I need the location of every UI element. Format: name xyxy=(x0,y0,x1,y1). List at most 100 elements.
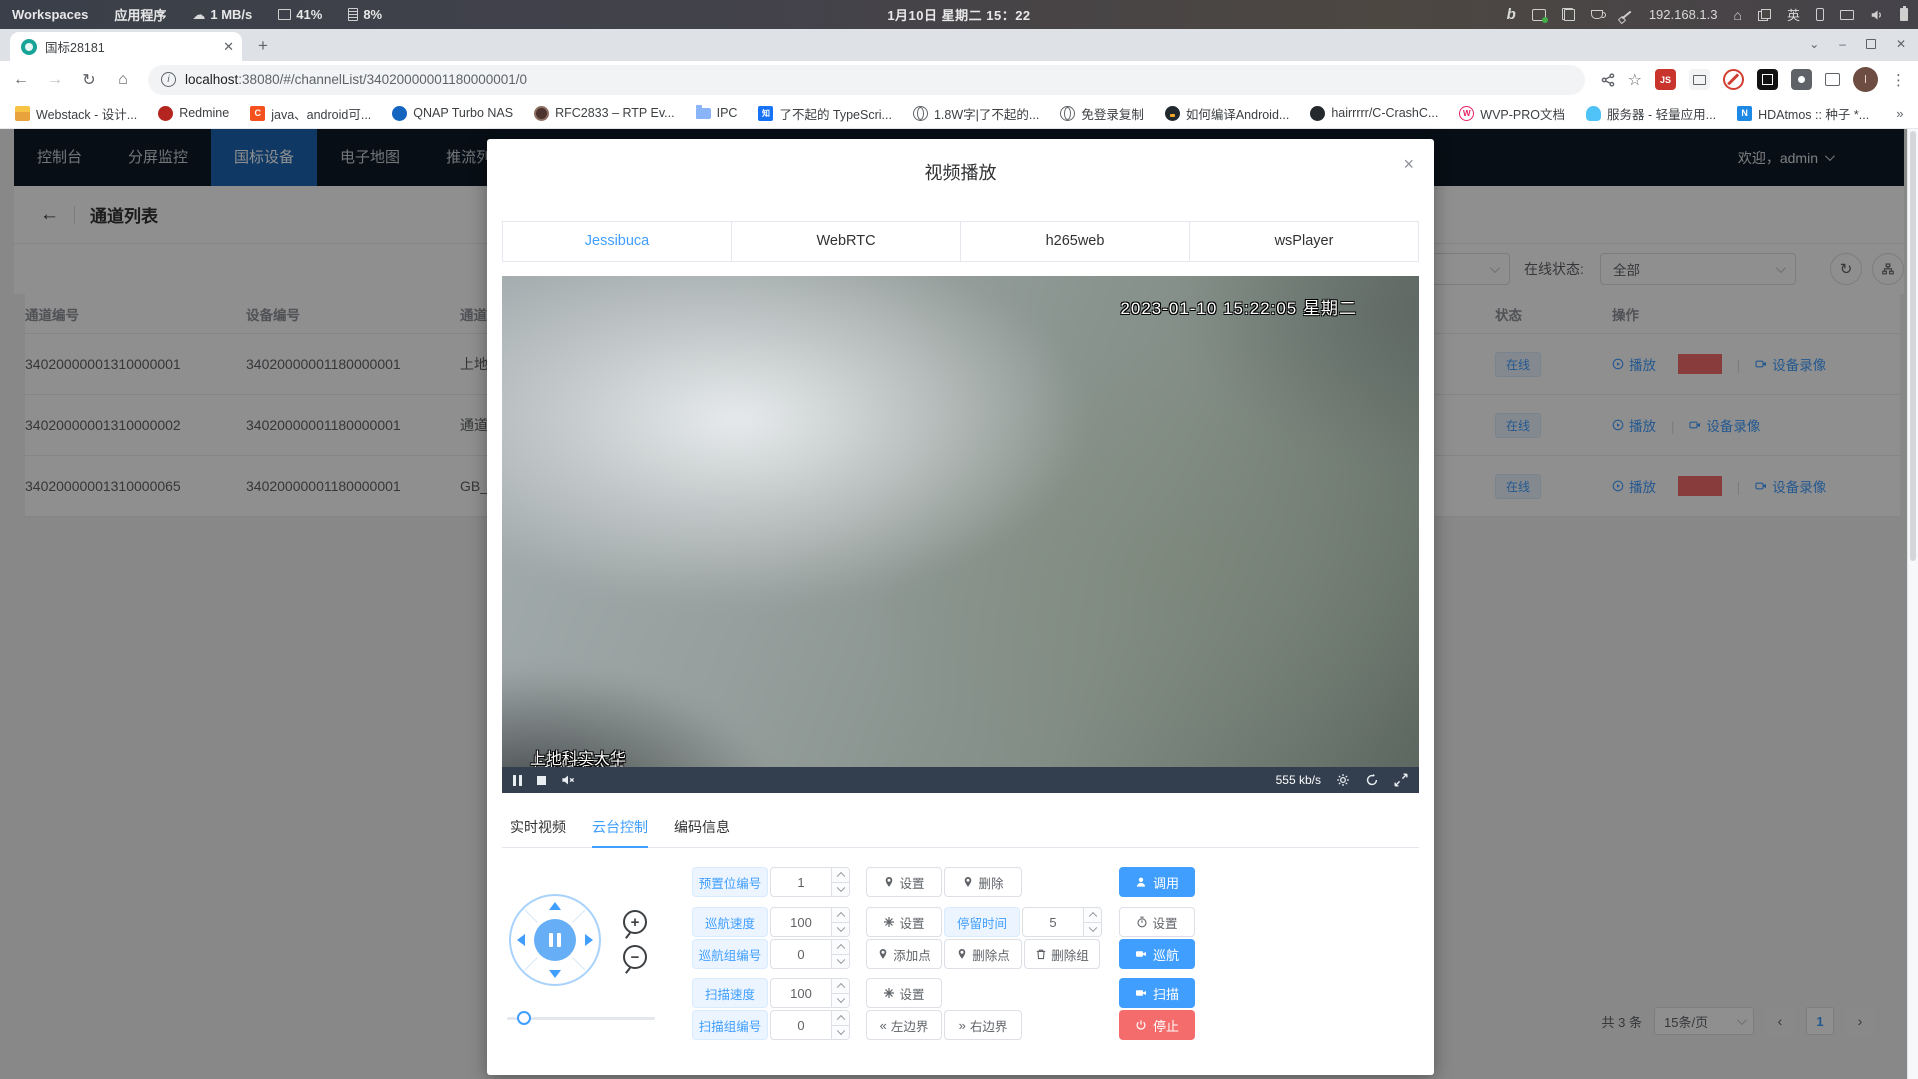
clipboard-tray-icon[interactable] xyxy=(1562,8,1575,21)
bing-tray-icon[interactable]: b xyxy=(1507,6,1516,23)
number-spinner[interactable] xyxy=(831,868,849,896)
home-icon[interactable]: ⌂ xyxy=(110,71,136,89)
applications-menu[interactable]: 应用程序 xyxy=(114,5,166,24)
ptz-direction-pad[interactable] xyxy=(509,894,601,986)
browser-menu-icon[interactable]: ⋮ xyxy=(1891,71,1906,89)
dialog-close-icon[interactable]: × xyxy=(1403,155,1414,173)
cruise-speed-set-button[interactable]: 设置 xyxy=(866,907,942,937)
phone-tray-icon[interactable] xyxy=(1816,8,1824,21)
extension-blocker-icon[interactable] xyxy=(1723,69,1744,90)
spinner-down-icon[interactable] xyxy=(832,993,849,1008)
tab-live-video[interactable]: 实时视频 xyxy=(510,807,566,847)
tab-h265web[interactable]: h265web xyxy=(961,222,1190,261)
bookmark-item[interactable]: 知了不起的 TypeScri... xyxy=(758,104,892,123)
bookmark-item[interactable]: Cjava、android可... xyxy=(250,104,371,123)
spinner-up-icon[interactable] xyxy=(1084,908,1101,922)
stop-icon[interactable] xyxy=(537,776,546,785)
app-indicator-icon[interactable] xyxy=(1532,9,1546,21)
ptz-down-icon[interactable] xyxy=(549,970,561,978)
add-point-button[interactable]: 添加点 xyxy=(866,939,942,969)
ptz-up-icon[interactable] xyxy=(549,902,561,910)
battery-tray-icon[interactable] xyxy=(1900,8,1908,21)
number-spinner[interactable] xyxy=(1083,908,1101,936)
workspaces-button[interactable]: Workspaces xyxy=(12,7,88,22)
bookmark-item[interactable]: NHDAtmos :: 种子 *... xyxy=(1737,104,1869,123)
extension-printer-icon[interactable] xyxy=(1689,69,1710,90)
player-refresh-icon[interactable] xyxy=(1365,773,1379,787)
tab-wsplayer[interactable]: wsPlayer xyxy=(1190,222,1418,261)
caffeine-tray-icon[interactable] xyxy=(1591,10,1603,19)
reload-icon[interactable]: ↻ xyxy=(76,70,102,90)
spinner-down-icon[interactable] xyxy=(832,882,849,897)
scan-group-input[interactable]: 0 xyxy=(770,1010,850,1040)
bookmark-item[interactable]: 1.8W字|了不起的... xyxy=(913,104,1039,123)
preset-delete-button[interactable]: 删除 xyxy=(944,867,1022,897)
cruise-speed-input[interactable]: 100 xyxy=(770,907,850,937)
extension-square-icon[interactable] xyxy=(1757,69,1778,90)
delete-group-button[interactable]: 删除组 xyxy=(1024,939,1100,969)
tab-encoding-info[interactable]: 编码信息 xyxy=(674,807,730,847)
extension-js-icon[interactable]: JS xyxy=(1655,69,1676,90)
bookmark-item[interactable]: RFC2833 – RTP Ev... xyxy=(534,106,675,121)
scan-start-button[interactable]: 扫描 xyxy=(1119,978,1195,1008)
bookmark-item[interactable]: 服务器 - 轻量应用... xyxy=(1586,104,1716,123)
number-spinner[interactable] xyxy=(831,979,849,1007)
tab-ptz-control[interactable]: 云台控制 xyxy=(592,807,648,847)
ptz-right-icon[interactable] xyxy=(585,934,593,946)
back-icon[interactable]: ← xyxy=(8,71,34,89)
display-tray-icon[interactable] xyxy=(1840,10,1854,20)
spinner-up-icon[interactable] xyxy=(832,940,849,954)
spinner-up-icon[interactable] xyxy=(832,1011,849,1025)
home-tray-icon[interactable]: ⌂ xyxy=(1734,7,1742,23)
spinner-up-icon[interactable] xyxy=(832,979,849,993)
browser-tab[interactable]: 国标28181 ✕ xyxy=(10,32,242,61)
number-spinner[interactable] xyxy=(831,1011,849,1039)
left-border-button[interactable]: «左边界 xyxy=(866,1010,942,1040)
preset-call-button[interactable]: 调用 xyxy=(1119,867,1195,897)
number-spinner[interactable] xyxy=(831,940,849,968)
delete-point-button[interactable]: 删除点 xyxy=(944,939,1022,969)
window-menu-icon[interactable]: ⌄ xyxy=(1809,37,1819,51)
bookmark-folder[interactable]: IPC xyxy=(696,106,738,120)
forward-icon[interactable]: → xyxy=(42,71,68,89)
slider-handle[interactable] xyxy=(517,1011,531,1025)
side-panel-icon[interactable] xyxy=(1825,73,1840,86)
ptz-left-icon[interactable] xyxy=(517,934,525,946)
tab-jessibuca[interactable]: Jessibuca xyxy=(503,222,732,261)
bookmarks-overflow-button[interactable]: » xyxy=(1896,106,1903,121)
tools-tray-icon[interactable] xyxy=(1619,8,1633,22)
spinner-down-icon[interactable] xyxy=(1084,922,1101,937)
right-border-button[interactable]: »右边界 xyxy=(944,1010,1022,1040)
share-icon[interactable] xyxy=(1601,73,1615,87)
spinner-down-icon[interactable] xyxy=(832,954,849,969)
new-tab-button[interactable]: + xyxy=(250,33,276,59)
scan-speed-set-button[interactable]: 设置 xyxy=(866,978,942,1008)
number-spinner[interactable] xyxy=(831,908,849,936)
bookmark-item[interactable]: Webstack - 设计... xyxy=(15,104,137,123)
player-settings-icon[interactable] xyxy=(1336,773,1350,787)
scan-speed-input[interactable]: 100 xyxy=(770,978,850,1008)
bookmark-star-icon[interactable]: ☆ xyxy=(1628,70,1642,90)
ptz-stop-button[interactable]: 停止 xyxy=(1119,1010,1195,1040)
window-maximize-icon[interactable] xyxy=(1866,39,1876,49)
page-scrollbar[interactable] xyxy=(1907,129,1918,1079)
volume-tray-icon[interactable] xyxy=(1870,8,1884,22)
stay-time-set-button[interactable]: 设置 xyxy=(1119,907,1195,937)
spinner-down-icon[interactable] xyxy=(832,922,849,937)
site-info-icon[interactable]: i xyxy=(161,72,176,87)
bookmark-item[interactable]: 免登录复制 xyxy=(1060,104,1144,123)
bookmark-item[interactable]: Redmine xyxy=(158,106,229,121)
spinner-down-icon[interactable] xyxy=(832,1025,849,1040)
spinner-up-icon[interactable] xyxy=(832,868,849,882)
zoom-in-button[interactable]: + xyxy=(623,910,647,934)
mute-icon[interactable] xyxy=(561,773,575,787)
extensions-puzzle-icon[interactable] xyxy=(1791,69,1812,90)
address-bar[interactable]: i localhost:38080/#/channelList/34020000… xyxy=(148,65,1585,95)
tab-close-icon[interactable]: ✕ xyxy=(223,39,234,55)
profile-avatar[interactable]: l xyxy=(1853,67,1878,92)
url-text[interactable]: localhost:38080/#/channelList/3402000000… xyxy=(185,72,527,87)
tab-webrtc[interactable]: WebRTC xyxy=(732,222,961,261)
pause-icon[interactable] xyxy=(513,775,522,786)
stay-time-input[interactable]: 5 xyxy=(1022,907,1102,937)
ptz-speed-slider[interactable] xyxy=(507,1011,655,1025)
